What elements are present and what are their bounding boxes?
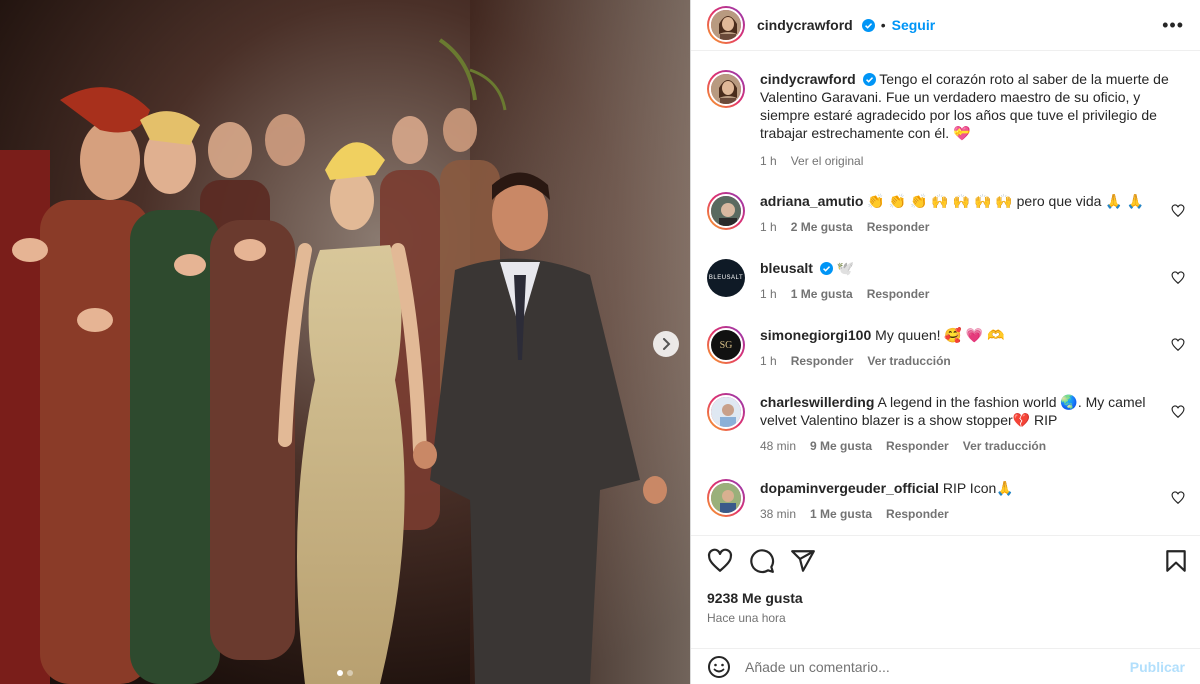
comment-text: RIP Icon🙏 xyxy=(942,480,1014,496)
like-comment-heart-icon[interactable] xyxy=(1171,491,1185,505)
comment-avatar[interactable] xyxy=(707,479,745,517)
comment-username[interactable]: adriana_amutio xyxy=(760,193,863,209)
see-translation-link[interactable]: Ver traducción xyxy=(963,437,1046,455)
avatar-logo-text: SG xyxy=(719,339,733,351)
follow-button[interactable]: Seguir xyxy=(892,17,936,33)
publish-button[interactable]: Publicar xyxy=(1130,659,1185,675)
carousel-indicator xyxy=(0,670,690,676)
avatar xyxy=(711,397,741,427)
comment-timestamp: 38 min xyxy=(760,507,797,521)
comment-likes[interactable]: 2 Me gusta xyxy=(791,218,853,236)
comment-timestamp: 1 h xyxy=(760,287,777,301)
caption-timestamp: 1 h xyxy=(760,154,777,168)
post-timestamp: Hace una hora xyxy=(707,611,786,625)
author-avatar-ring[interactable] xyxy=(707,6,745,44)
comment-text: 🕊️ xyxy=(836,260,855,276)
next-slide-icon xyxy=(663,338,671,350)
caption-avatar[interactable] xyxy=(707,70,745,108)
comment-avatar[interactable]: BLEUSALT xyxy=(707,259,745,297)
verified-badge-icon xyxy=(861,18,875,32)
comment-username[interactable]: dopaminvergeuder_official xyxy=(760,480,939,496)
see-original-link[interactable]: Ver el original xyxy=(791,152,864,170)
avatar xyxy=(711,196,741,226)
comment-username[interactable]: bleusalt xyxy=(760,260,813,276)
comment-timestamp: 1 h xyxy=(760,220,777,234)
comment-item: BLEUSALT bleusalt 🕊️ 1 h 1 Me gusta Resp… xyxy=(707,259,1185,303)
comment-likes[interactable]: 1 Me gusta xyxy=(791,285,853,303)
caption-username[interactable]: cindycrawford xyxy=(760,71,856,87)
avatar-logo-text: BLEUSALT xyxy=(708,275,744,281)
reply-button[interactable]: Responder xyxy=(886,437,949,455)
comment-item: adriana_amutio 👏 👏 👏 🙌 🙌 🙌 🙌 pero que vi… xyxy=(707,192,1185,236)
author-username[interactable]: cindycrawford xyxy=(757,17,853,33)
comment-avatar[interactable] xyxy=(707,393,745,431)
carousel-dot-active xyxy=(337,670,343,676)
comment-item: dopaminvergeuder_official RIP Icon🙏 38 m… xyxy=(707,479,1185,523)
comment-item: charleswillerding A legend in the fashio… xyxy=(707,393,1185,455)
comment-username[interactable]: charleswillerding xyxy=(760,394,874,410)
verified-badge-icon xyxy=(819,262,833,275)
reply-button[interactable]: Responder xyxy=(867,218,930,236)
like-comment-heart-icon[interactable] xyxy=(1171,204,1185,218)
heart-icon[interactable] xyxy=(707,548,733,574)
more-options-icon[interactable]: ••• xyxy=(1162,15,1184,36)
comment-avatar[interactable] xyxy=(707,192,745,230)
reply-button[interactable]: Responder xyxy=(791,352,854,370)
comments-section[interactable]: cindycrawford Tengo el corazón roto al s… xyxy=(691,52,1200,534)
post-details-panel: cindycrawford • Seguir ••• cindycrawford… xyxy=(690,0,1200,684)
comment-username[interactable]: simonegiorgi100 xyxy=(760,327,871,343)
comment-text: 👏 👏 👏 🙌 🙌 🙌 🙌 pero que vida 🙏 🙏 xyxy=(867,193,1145,209)
like-comment-heart-icon[interactable] xyxy=(1171,405,1185,419)
reply-button[interactable]: Responder xyxy=(886,505,949,523)
avatar xyxy=(711,74,741,104)
next-slide-button[interactable] xyxy=(653,331,679,357)
post-caption: cindycrawford Tengo el corazón roto al s… xyxy=(707,70,1185,170)
reply-button[interactable]: Responder xyxy=(867,285,930,303)
comment-composer: Publicar xyxy=(691,648,1200,684)
comment-likes[interactable]: 1 Me gusta xyxy=(810,505,872,523)
verified-badge-icon xyxy=(862,73,876,86)
separator-dot: • xyxy=(880,17,886,33)
comment-avatar[interactable]: SG xyxy=(707,326,745,364)
comment-text: My quuen! 🥰 💗 🫶 xyxy=(875,327,1005,343)
share-icon[interactable] xyxy=(790,548,816,574)
comment-icon[interactable] xyxy=(749,548,775,574)
like-comment-heart-icon[interactable] xyxy=(1171,271,1185,285)
comment-input[interactable] xyxy=(745,658,1130,675)
comment-likes[interactable]: 9 Me gusta xyxy=(810,437,872,455)
avatar xyxy=(711,10,741,40)
bookmark-icon[interactable] xyxy=(1163,548,1189,574)
carousel-dot xyxy=(347,670,353,676)
runway-photo xyxy=(0,0,690,684)
comment-timestamp: 48 min xyxy=(760,439,797,453)
post-header: cindycrawford • Seguir ••• xyxy=(691,0,1200,51)
emoji-icon[interactable] xyxy=(707,655,731,679)
avatar xyxy=(711,483,741,513)
post-media[interactable] xyxy=(0,0,690,684)
likes-count[interactable]: 9238 Me gusta xyxy=(707,590,803,606)
like-comment-heart-icon[interactable] xyxy=(1171,338,1185,352)
comment-item: SG simonegiorgi100 My quuen! 🥰 💗 🫶 1 h R… xyxy=(707,326,1185,370)
post-action-bar xyxy=(691,535,1200,585)
see-translation-link[interactable]: Ver traducción xyxy=(867,352,950,370)
comment-timestamp: 1 h xyxy=(760,354,777,368)
